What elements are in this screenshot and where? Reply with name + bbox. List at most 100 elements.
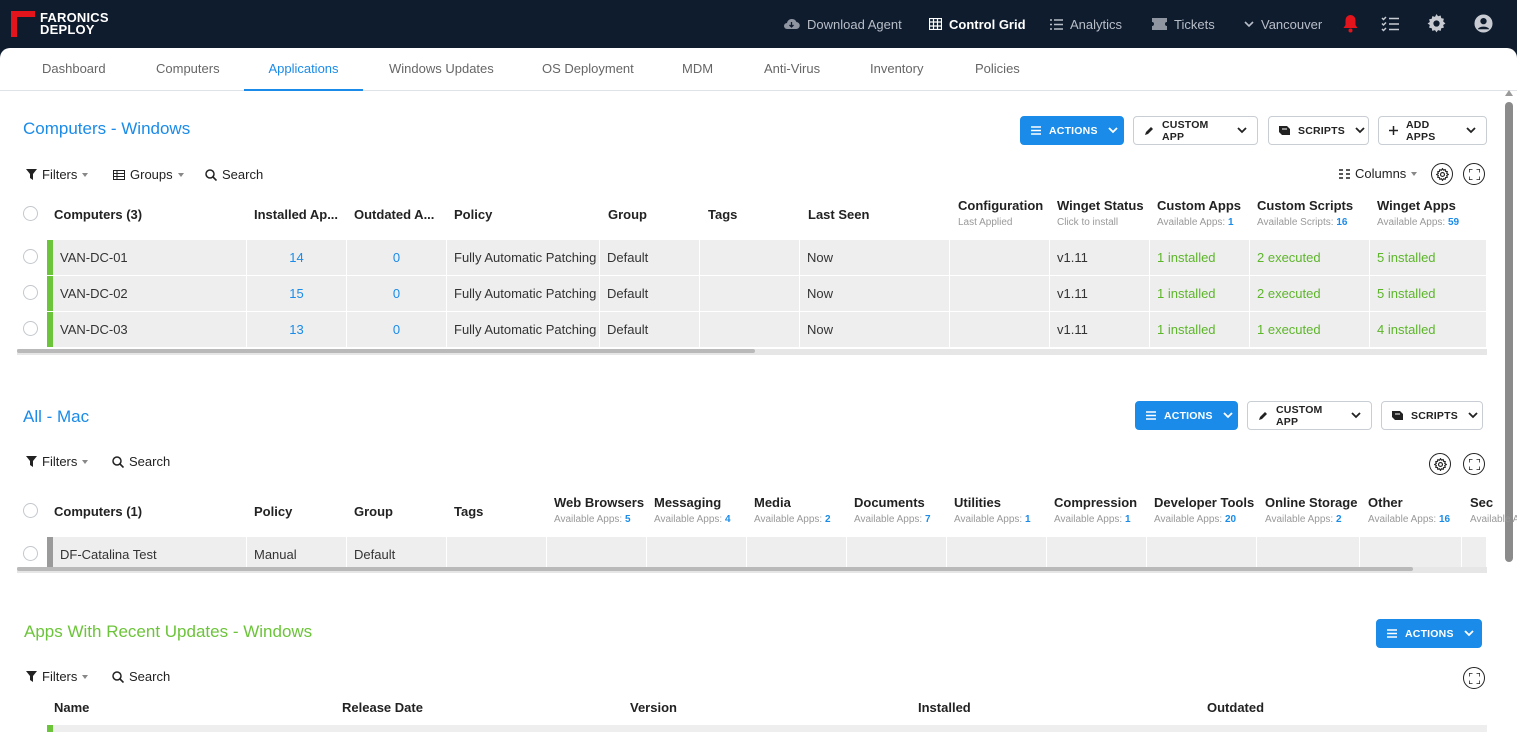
custom-apps-count[interactable]: 1 xyxy=(1228,217,1234,228)
mac-table-settings-button[interactable] xyxy=(1429,453,1451,475)
cell-custom-apps[interactable]: 1 installed xyxy=(1150,276,1250,311)
mac-header-category[interactable]: Compression xyxy=(1054,495,1137,510)
scrollbar-thumb[interactable] xyxy=(17,349,755,353)
mac-custom-app-button[interactable]: CUSTOM APP xyxy=(1247,401,1372,430)
mac-header-category[interactable]: Web Browsers xyxy=(554,495,644,510)
windows-custom-app-button[interactable]: CUSTOM APP xyxy=(1133,116,1258,145)
mac-header-category[interactable]: Online Storage xyxy=(1265,495,1357,510)
header-outdated-apps[interactable]: Outdated A... xyxy=(354,207,434,222)
available-apps-count[interactable]: 2 xyxy=(825,514,831,525)
mac-header-policy[interactable]: Policy xyxy=(254,504,292,519)
recent-header-name[interactable]: Name xyxy=(54,700,89,715)
header-configuration[interactable]: Configuration xyxy=(958,198,1043,213)
mac-filters-menu[interactable]: Filters xyxy=(26,454,89,469)
available-apps-count[interactable]: 1 xyxy=(1125,514,1131,525)
windows-columns-menu[interactable]: Columns xyxy=(1339,166,1418,181)
header-custom-apps[interactable]: Custom Apps xyxy=(1157,198,1241,213)
header-tags[interactable]: Tags xyxy=(708,207,737,222)
settings-gear-icon[interactable] xyxy=(1427,14,1446,33)
header-winget-status-sub[interactable]: Click to install xyxy=(1057,217,1118,228)
scrollbar-thumb[interactable] xyxy=(17,567,1413,571)
recent-header-installed[interactable]: Installed xyxy=(918,700,971,715)
mac-header-category[interactable]: Media xyxy=(754,495,791,510)
download-agent-link[interactable]: Download Agent xyxy=(783,0,902,48)
tab-mdm[interactable]: MDM xyxy=(682,48,713,91)
header-group[interactable]: Group xyxy=(608,207,647,222)
mac-scripts-button[interactable]: SCRIPTS xyxy=(1381,401,1483,430)
cell-outdated-apps[interactable]: 0 xyxy=(347,312,447,347)
cell-outdated-apps[interactable]: 0 xyxy=(347,240,447,275)
tab-computers[interactable]: Computers xyxy=(156,48,220,91)
mac-header-category[interactable]: Documents xyxy=(854,495,925,510)
mac-fullscreen-button[interactable] xyxy=(1463,453,1485,475)
header-installed-apps[interactable]: Installed Ap... xyxy=(254,207,338,222)
cell-custom-scripts[interactable]: 2 executed xyxy=(1250,276,1370,311)
mac-header-computers[interactable]: Computers (1) xyxy=(54,504,142,519)
windows-table-settings-button[interactable] xyxy=(1431,163,1453,185)
available-apps-count[interactable]: 2 xyxy=(1336,514,1342,525)
winget-apps-count[interactable]: 59 xyxy=(1448,217,1459,228)
header-winget-status[interactable]: Winget Status xyxy=(1057,198,1144,213)
header-custom-scripts[interactable]: Custom Scripts xyxy=(1257,198,1353,213)
recent-table-row[interactable] xyxy=(47,725,1487,732)
tab-dashboard[interactable]: Dashboard xyxy=(42,48,106,91)
scroll-up-arrow-icon[interactable] xyxy=(1505,90,1513,96)
mac-header-category[interactable]: Utilities xyxy=(954,495,1001,510)
faronics-deploy-logo[interactable]: FARONICS DEPLOY xyxy=(11,11,109,37)
cell-installed-apps[interactable]: 13 xyxy=(247,312,347,347)
available-apps-count[interactable]: 5 xyxy=(625,514,631,525)
mac-actions-button[interactable]: ACTIONS xyxy=(1135,401,1238,430)
mac-header-category[interactable]: Other xyxy=(1368,495,1403,510)
cell-winget-apps[interactable]: 5 installed xyxy=(1370,240,1487,275)
table-row[interactable]: VAN-DC-01 14 0 Fully Automatic Patching Defa… xyxy=(47,240,1487,275)
windows-scripts-button[interactable]: SCRIPTS xyxy=(1268,116,1369,145)
page-scrollbar-thumb[interactable] xyxy=(1505,102,1513,562)
row-select-checkbox[interactable] xyxy=(23,249,38,264)
user-account-icon[interactable] xyxy=(1474,14,1493,33)
cell-winget-apps[interactable]: 5 installed xyxy=(1370,276,1487,311)
task-list-icon[interactable] xyxy=(1381,15,1399,32)
row-select-checkbox[interactable] xyxy=(23,285,38,300)
custom-scripts-count[interactable]: 16 xyxy=(1336,217,1347,228)
windows-fullscreen-button[interactable] xyxy=(1463,163,1485,185)
cell-installed-apps[interactable]: 14 xyxy=(247,240,347,275)
tickets-link[interactable]: Tickets xyxy=(1152,0,1215,48)
cell-installed-apps[interactable]: 15 xyxy=(247,276,347,311)
recent-header-release-date[interactable]: Release Date xyxy=(342,700,423,715)
cell-custom-apps[interactable]: 1 installed xyxy=(1150,312,1250,347)
page-scrollbar[interactable] xyxy=(1505,90,1513,732)
available-apps-count[interactable]: 7 xyxy=(925,514,931,525)
recent-header-version[interactable]: Version xyxy=(630,700,677,715)
tab-windows-updates[interactable]: Windows Updates xyxy=(389,48,494,91)
tab-os-deployment[interactable]: OS Deployment xyxy=(542,48,634,91)
available-apps-count[interactable]: 16 xyxy=(1439,514,1450,525)
cell-custom-apps[interactable]: 1 installed xyxy=(1150,240,1250,275)
table-row[interactable]: VAN-DC-02 15 0 Fully Automatic Patching Defa… xyxy=(47,276,1487,311)
cell-winget-apps[interactable]: 4 installed xyxy=(1370,312,1487,347)
windows-table-horizontal-scrollbar[interactable] xyxy=(17,349,1487,355)
row-select-checkbox[interactable] xyxy=(23,321,38,336)
mac-header-category[interactable]: Messaging xyxy=(654,495,721,510)
mac-select-all-checkbox[interactable] xyxy=(23,503,38,518)
table-row[interactable]: VAN-DC-03 13 0 Fully Automatic Patching Defa… xyxy=(47,312,1487,347)
tab-applications[interactable]: Applications xyxy=(244,48,363,91)
mac-search[interactable]: Search xyxy=(112,454,170,469)
windows-filters-menu[interactable]: Filters xyxy=(26,167,89,182)
notification-bell-icon[interactable] xyxy=(1342,14,1359,33)
control-grid-link[interactable]: Control Grid xyxy=(929,0,1026,48)
cell-custom-scripts[interactable]: 2 executed xyxy=(1250,240,1370,275)
recent-filters-menu[interactable]: Filters xyxy=(26,669,89,684)
mac-table-horizontal-scrollbar[interactable] xyxy=(17,567,1487,573)
cell-custom-scripts[interactable]: 1 executed xyxy=(1250,312,1370,347)
windows-actions-button[interactable]: ACTIONS xyxy=(1020,116,1124,145)
windows-add-apps-button[interactable]: ADD APPS xyxy=(1378,116,1487,145)
tab-anti-virus[interactable]: Anti-Virus xyxy=(764,48,820,91)
recent-header-outdated[interactable]: Outdated xyxy=(1207,700,1264,715)
header-policy[interactable]: Policy xyxy=(454,207,492,222)
header-winget-apps[interactable]: Winget Apps xyxy=(1377,198,1456,213)
site-selector[interactable]: Vancouver xyxy=(1244,0,1322,48)
select-all-checkbox[interactable] xyxy=(23,206,38,221)
tab-policies[interactable]: Policies xyxy=(975,48,1020,91)
windows-groups-menu[interactable]: Groups xyxy=(113,167,184,182)
windows-search[interactable]: Search xyxy=(205,167,263,182)
